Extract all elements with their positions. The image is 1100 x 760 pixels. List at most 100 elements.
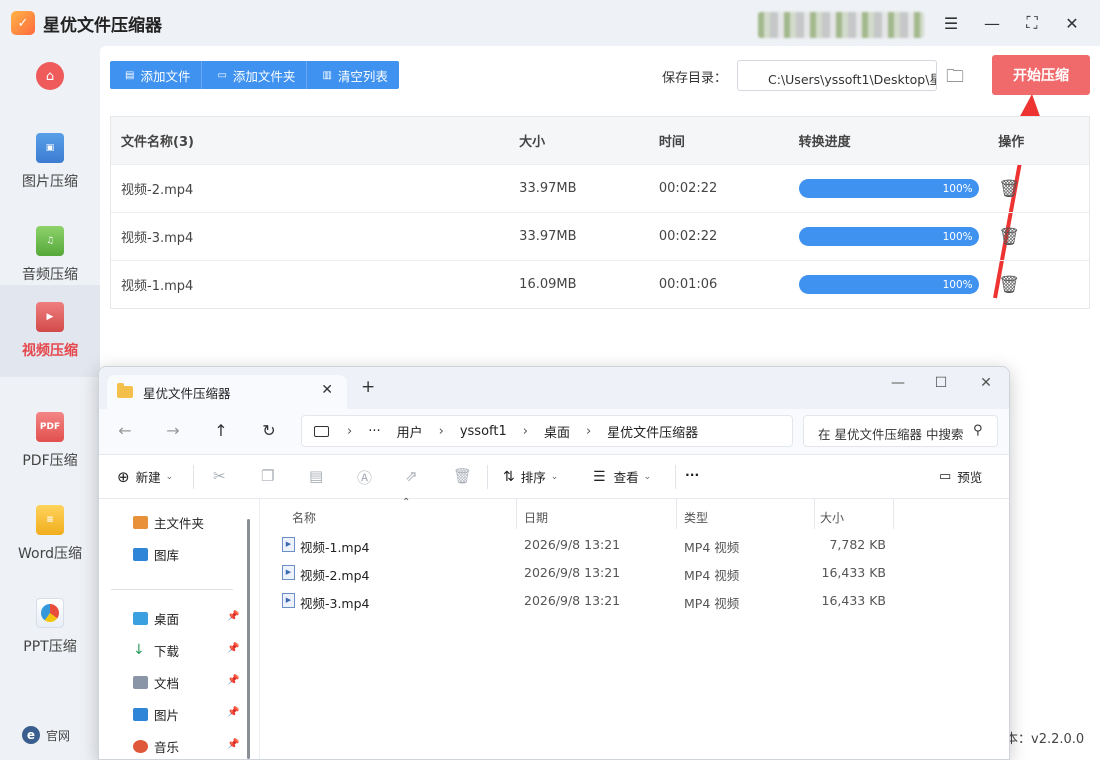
col-header-size[interactable]: 大小: [820, 509, 844, 526]
sidebar-item-label: 音频压缩: [22, 267, 78, 283]
nav-music[interactable]: 音乐: [133, 737, 179, 756]
col-header-date[interactable]: 日期: [524, 509, 548, 526]
pin-icon[interactable]: 📌: [227, 611, 239, 622]
more-options-button[interactable]: ···: [685, 467, 699, 482]
clear-list-button[interactable]: ▥ 清空列表: [307, 61, 398, 89]
add-folder-button[interactable]: ▭ 添加文件夹: [202, 61, 308, 89]
delete-icon[interactable]: 🗑: [998, 227, 1020, 247]
sidebar-item-ppt[interactable]: PPT压缩: [0, 581, 100, 673]
forward-icon[interactable]: →: [163, 421, 183, 440]
close-icon[interactable]: ✕: [1057, 10, 1087, 36]
col-header-name[interactable]: 名称: [292, 509, 316, 526]
refresh-icon[interactable]: ↻: [259, 421, 279, 440]
file-size: 16.09MB: [519, 277, 577, 292]
explorer-command-bar: ⊕ 新建 ⌄ ✂ ❐ ▤ Ⓐ ⇗ 🗑 ⇅ 排序 ⌄ ☰ 查看 ⌄ ··· ▭ 预…: [99, 455, 1009, 499]
navigation-pane: 主文件夹 图库 桌面 ↓ 下载 文档 图片 音乐 📌 📌 📌 📌 📌: [99, 499, 259, 759]
table-row[interactable]: 视频-2.mp4 33.97MB 00:02:22 100% 🗑: [111, 164, 1089, 212]
save-dir-label: 保存目录：: [662, 71, 728, 86]
nav-label: 图片: [154, 708, 180, 723]
copy-icon[interactable]: ❐: [261, 467, 274, 485]
nav-pictures[interactable]: 图片: [133, 705, 179, 724]
delete-icon[interactable]: 🗑: [453, 467, 472, 485]
explorer-tab-bar: 星优文件压缩器 ✕ + — ☐ ✕: [99, 367, 1009, 409]
save-path-field[interactable]: C:\Users\yssoft1\Desktop\星: [737, 60, 937, 91]
website-label: 官网: [46, 728, 71, 743]
maximize-icon[interactable]: ⛶: [1017, 10, 1047, 36]
user-avatar[interactable]: [758, 12, 924, 38]
file-type: MP4 视频: [684, 568, 740, 583]
breadcrumb-item[interactable]: 星优文件压缩器: [607, 422, 698, 441]
new-button[interactable]: ⊕ 新建 ⌄: [117, 467, 173, 486]
file-time: 00:02:22: [658, 229, 718, 244]
pin-icon[interactable]: 📌: [227, 643, 239, 654]
file-row[interactable]: ▶ 视频-1.mp4 2026/9/8 13:21 MP4 视频 7,782 K…: [282, 533, 902, 557]
progress-bar: 100%: [798, 179, 979, 198]
sidebar-item-pdf[interactable]: PDF PDF压缩: [0, 395, 100, 487]
col-size: 大小: [519, 135, 546, 150]
close-icon[interactable]: ✕: [973, 375, 999, 391]
toolbar: ▤ 添加文件 ▭ 添加文件夹 ▥ 清空列表: [110, 61, 399, 89]
col-header-type[interactable]: 类型: [684, 509, 708, 526]
explorer-tab[interactable]: 星优文件压缩器 ✕: [107, 375, 347, 409]
breadcrumb-item[interactable]: 桌面: [544, 422, 570, 441]
file-row[interactable]: ▶ 视频-2.mp4 2026/9/8 13:21 MP4 视频 16,433 …: [282, 561, 902, 585]
sidebar-item-label: 图片压缩: [22, 174, 78, 190]
address-bar[interactable]: › ··· 用户 › yssoft1 › 桌面 › 星优文件压缩器: [301, 415, 793, 447]
share-icon[interactable]: ⇗: [405, 467, 418, 485]
back-icon[interactable]: ←: [115, 421, 135, 440]
table-row[interactable]: 视频-3.mp4 33.97MB 00:02:22 100% 🗑: [111, 212, 1089, 260]
sidebar-item-video[interactable]: ▶ 视频压缩: [0, 285, 100, 377]
nav-desktop[interactable]: 桌面: [133, 609, 179, 628]
open-folder-icon[interactable]: 🗀: [946, 64, 968, 87]
table-header: 文件名称(3) 大小 时间 转换进度 操作: [111, 117, 1089, 164]
table-row[interactable]: 视频-1.mp4 16.09MB 00:01:06 100% 🗑: [111, 260, 1089, 308]
sidebar-item-image[interactable]: ▣ 图片压缩: [0, 116, 100, 208]
sort-button[interactable]: ⇅ 排序 ⌄: [503, 467, 558, 486]
home-icon[interactable]: ⌂: [36, 62, 64, 90]
sidebar-item-word[interactable]: ≡ Word压缩: [0, 488, 100, 580]
delete-icon[interactable]: 🗑: [998, 179, 1020, 199]
tab-close-icon[interactable]: ✕: [321, 382, 333, 398]
audio-icon: ♫: [36, 226, 64, 256]
browser-icon: e: [22, 726, 40, 744]
scrollbar[interactable]: [247, 519, 250, 759]
file-type: MP4 视频: [684, 540, 740, 555]
sort-icon: ⇅: [503, 468, 515, 485]
website-link[interactable]: e 官网: [22, 726, 70, 744]
sort-label: 排序: [520, 470, 546, 485]
maximize-icon[interactable]: ☐: [928, 375, 954, 391]
image-icon: ▣: [36, 133, 64, 163]
nav-label: 音乐: [154, 740, 180, 755]
search-input[interactable]: 在 星优文件压缩器 中搜索: [803, 415, 998, 447]
add-file-button[interactable]: ▤ 添加文件: [110, 61, 203, 89]
file-name: 视频-2.mp4: [300, 568, 370, 583]
more-icon[interactable]: ···: [368, 424, 380, 439]
delete-icon[interactable]: 🗑: [998, 275, 1020, 295]
breadcrumb-item[interactable]: 用户: [397, 422, 423, 441]
nav-gallery[interactable]: 图库: [133, 545, 179, 564]
view-button[interactable]: ☰ 查看 ⌄: [593, 467, 651, 486]
file-name: 视频-2.mp4: [121, 183, 194, 198]
music-icon: [133, 740, 148, 753]
preview-button[interactable]: ▭ 预览: [939, 467, 982, 486]
settings-icon[interactable]: ☰: [936, 10, 966, 36]
up-icon[interactable]: ↑: [211, 421, 231, 440]
picture-icon: [133, 708, 148, 721]
minimize-icon[interactable]: —: [977, 10, 1007, 36]
new-tab-icon[interactable]: +: [361, 377, 375, 397]
minimize-icon[interactable]: —: [885, 375, 911, 391]
pin-icon[interactable]: 📌: [227, 707, 239, 718]
view-icon: ☰: [593, 468, 606, 485]
nav-downloads[interactable]: ↓ 下载: [133, 641, 179, 660]
cut-icon[interactable]: ✂: [213, 467, 226, 485]
nav-documents[interactable]: 文档: [133, 673, 179, 692]
rename-icon[interactable]: Ⓐ: [357, 467, 372, 488]
file-row[interactable]: ▶ 视频-3.mp4 2026/9/8 13:21 MP4 视频 16,433 …: [282, 589, 902, 613]
paste-icon[interactable]: ▤: [309, 467, 323, 485]
nav-home[interactable]: 主文件夹: [133, 513, 204, 532]
pin-icon[interactable]: 📌: [227, 739, 239, 750]
breadcrumb-item[interactable]: yssoft1: [460, 424, 507, 439]
desktop-icon: [133, 612, 148, 625]
pin-icon[interactable]: 📌: [227, 675, 239, 686]
trash-icon: ▥: [322, 69, 332, 81]
